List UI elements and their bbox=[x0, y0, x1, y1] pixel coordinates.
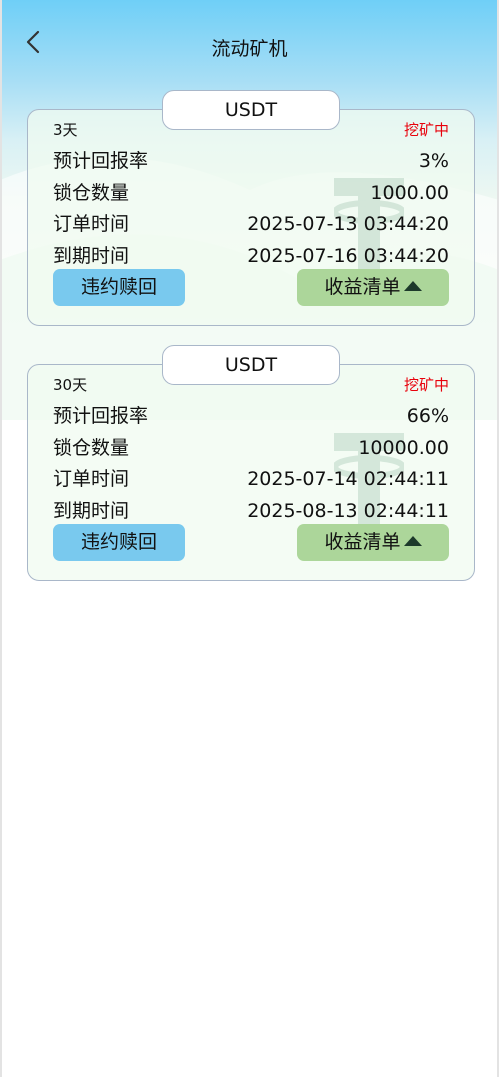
amount-row: 锁仓数量 1000.00 bbox=[53, 179, 449, 207]
order-time-row: 订单时间 2025-07-14 02:44:11 bbox=[53, 465, 449, 493]
order-time-label: 订单时间 bbox=[53, 468, 130, 490]
order-time-label: 订单时间 bbox=[53, 213, 130, 235]
duration: 3天 bbox=[53, 121, 78, 139]
rate-value: 66% bbox=[406, 405, 449, 427]
earnings-list-label: 收益清单 bbox=[324, 276, 401, 298]
rate-value: 3% bbox=[418, 150, 449, 172]
earnings-list-button[interactable]: 收益清单 bbox=[297, 269, 449, 306]
amount-row: 锁仓数量 10000.00 bbox=[53, 434, 449, 462]
order-card: 30天 挖矿中 预计回报率 66% 锁仓数量 10000.00 订单时间 202… bbox=[27, 364, 475, 581]
duration: 30天 bbox=[53, 376, 88, 394]
expire-time-row: 到期时间 2025-07-16 03:44:20 bbox=[53, 242, 449, 270]
frame-border-left bbox=[0, 0, 2, 1077]
rate-label: 预计回报率 bbox=[53, 150, 149, 172]
coin-tag: USDT bbox=[162, 345, 340, 385]
amount-label: 锁仓数量 bbox=[53, 437, 130, 459]
caret-up-icon bbox=[403, 536, 422, 546]
rate-row: 预计回报率 66% bbox=[53, 402, 449, 430]
rate-row: 预计回报率 3% bbox=[53, 147, 449, 175]
order-time-value: 2025-07-14 02:44:11 bbox=[247, 468, 449, 490]
amount-value: 1000.00 bbox=[370, 182, 449, 204]
status-badge: 挖矿中 bbox=[403, 376, 449, 394]
amount-label: 锁仓数量 bbox=[53, 182, 130, 204]
caret-up-icon bbox=[403, 281, 422, 291]
page-title: 流动矿机 bbox=[211, 38, 288, 60]
rate-label: 预计回报率 bbox=[53, 405, 149, 427]
earnings-list-button[interactable]: 收益清单 bbox=[297, 524, 449, 561]
redeem-button[interactable]: 违约赎回 bbox=[53, 269, 185, 306]
coin-tag: USDT bbox=[162, 90, 340, 130]
header: 流动矿机 bbox=[0, 0, 499, 90]
expire-time-value: 2025-07-16 03:44:20 bbox=[247, 245, 449, 267]
redeem-button[interactable]: 违约赎回 bbox=[53, 524, 185, 561]
expire-time-label: 到期时间 bbox=[53, 500, 130, 522]
expire-time-value: 2025-08-13 02:44:11 bbox=[247, 500, 449, 522]
expire-time-row: 到期时间 2025-08-13 02:44:11 bbox=[53, 497, 449, 525]
earnings-list-label: 收益清单 bbox=[324, 531, 401, 553]
expire-time-label: 到期时间 bbox=[53, 245, 130, 267]
order-time-row: 订单时间 2025-07-13 03:44:20 bbox=[53, 210, 449, 238]
order-time-value: 2025-07-13 03:44:20 bbox=[247, 213, 449, 235]
status-badge: 挖矿中 bbox=[403, 121, 449, 139]
order-card: 3天 挖矿中 预计回报率 3% 锁仓数量 1000.00 订单时间 2025-0… bbox=[27, 109, 475, 326]
amount-value: 10000.00 bbox=[358, 437, 449, 459]
